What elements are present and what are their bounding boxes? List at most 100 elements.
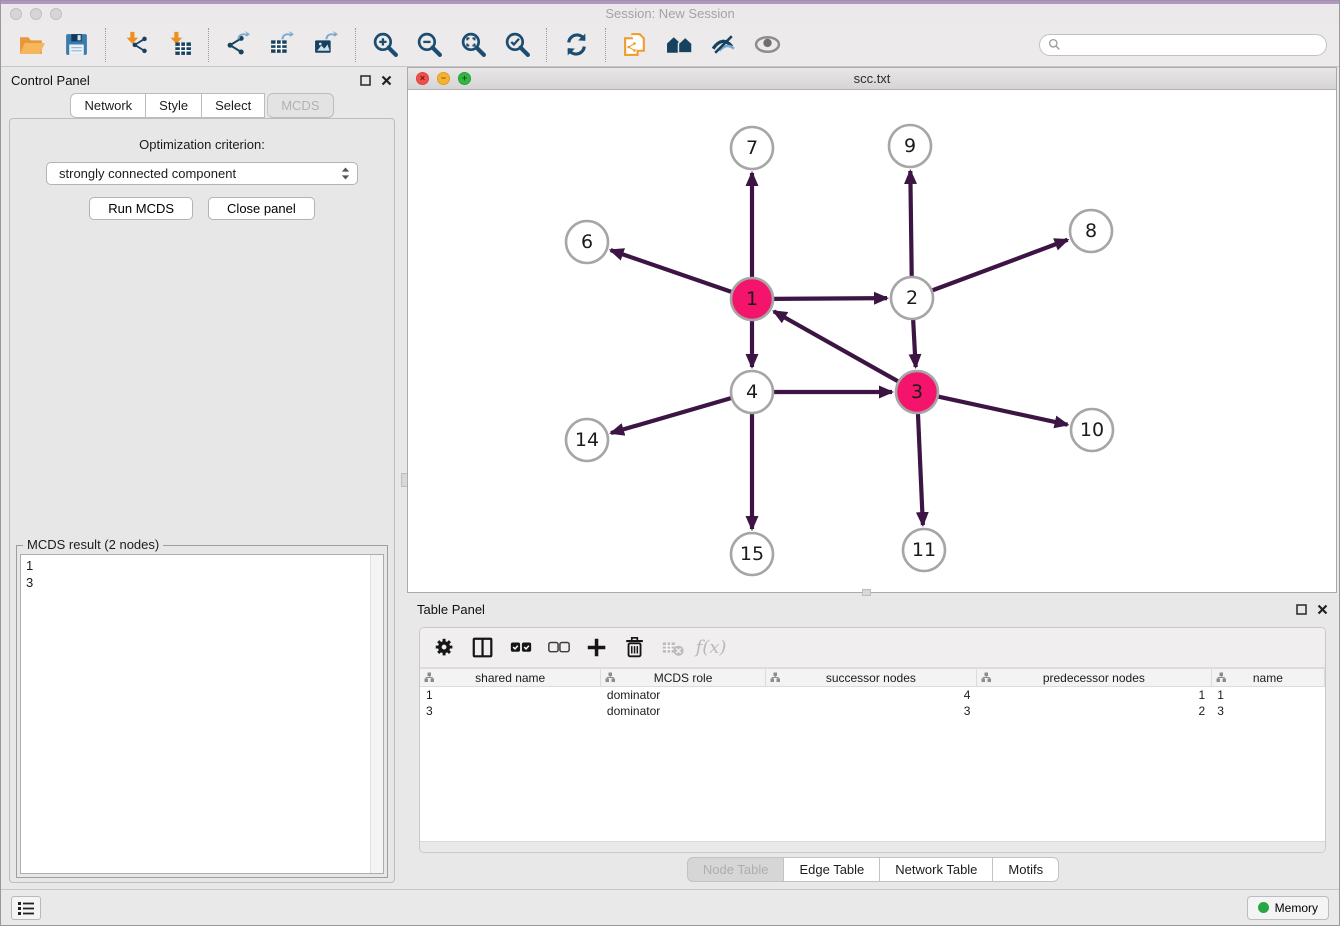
network-canvas[interactable]: 7 9 6 8 1 2 4 3 14 10 15 11 <box>408 90 1336 592</box>
column-type-icon <box>770 672 781 683</box>
deselect-all-button[interactable] <box>542 632 576 664</box>
table-row[interactable]: 3dominator323 <box>420 703 1325 719</box>
graph-node-3[interactable]: 3 <box>896 371 938 413</box>
tab-motifs[interactable]: Motifs <box>993 857 1059 882</box>
home-icon <box>666 31 693 58</box>
edge-1-2[interactable] <box>773 298 887 299</box>
horizontal-splitter-handle[interactable] <box>862 589 871 596</box>
toolbar-group <box>557 27 595 63</box>
add-row-button[interactable] <box>580 632 614 664</box>
delete-row-button[interactable] <box>618 632 652 664</box>
split-view-button[interactable] <box>466 632 500 664</box>
export-image-button[interactable] <box>307 27 345 63</box>
result-scrollbar[interactable] <box>370 555 383 873</box>
node-label: 1 <box>746 288 758 310</box>
column-label: predecessor nodes <box>1043 671 1145 685</box>
graph-node-10[interactable]: 10 <box>1071 409 1113 451</box>
graph-node-1[interactable]: 1 <box>731 278 773 320</box>
export-table-button[interactable] <box>263 27 301 63</box>
settings-button[interactable] <box>428 632 462 664</box>
node-label: 10 <box>1080 419 1104 441</box>
edge-2-8[interactable] <box>932 240 1068 291</box>
tab-node-table[interactable]: Node Table <box>687 857 785 882</box>
tab-mcds[interactable]: MCDS <box>267 93 333 118</box>
duplicate-network-button[interactable] <box>616 27 654 63</box>
tab-style[interactable]: Style <box>146 93 202 118</box>
graph-node-6[interactable]: 6 <box>566 221 608 263</box>
home-button[interactable] <box>660 27 698 63</box>
graph-node-11[interactable]: 11 <box>903 529 945 571</box>
graph-node-15[interactable]: 15 <box>731 533 773 575</box>
close-panel-icon[interactable] <box>380 74 393 87</box>
zoom-out-button[interactable] <box>410 27 448 63</box>
zoom-fit-button[interactable] <box>454 27 492 63</box>
column-header-successor-nodes[interactable]: successor nodes <box>765 669 976 687</box>
zoom-in-button[interactable] <box>366 27 404 63</box>
graph-node-2[interactable]: 2 <box>891 277 933 319</box>
import-network-button[interactable] <box>116 27 154 63</box>
column-header-MCDS-role[interactable]: MCDS role <box>601 669 765 687</box>
edge-4-14[interactable] <box>611 398 732 433</box>
import-table-button[interactable] <box>160 27 198 63</box>
node-label: 9 <box>904 135 916 157</box>
graph-node-14[interactable]: 14 <box>566 419 608 461</box>
graph-node-8[interactable]: 8 <box>1070 210 1112 252</box>
table-cell[interactable]: 1 <box>1211 687 1324 703</box>
table-cell[interactable]: dominator <box>601 703 765 719</box>
open-file-icon <box>19 31 46 58</box>
table-cell[interactable]: 3 <box>1211 703 1324 719</box>
run-mcds-button[interactable]: Run MCDS <box>89 197 193 220</box>
eye-button[interactable] <box>748 27 786 63</box>
table-cell[interactable]: 3 <box>765 703 976 719</box>
column-header-shared-name[interactable]: shared name <box>420 669 601 687</box>
function-button: f(x) <box>694 632 728 664</box>
node-label: 14 <box>575 429 599 451</box>
table-hscrollbar[interactable] <box>420 841 1325 852</box>
table-cell[interactable]: 1 <box>976 687 1211 703</box>
table-cell[interactable]: dominator <box>601 687 765 703</box>
table-cell[interactable]: 1 <box>420 687 601 703</box>
float-table-panel-icon[interactable] <box>1295 603 1308 616</box>
toolbar-group <box>366 27 536 63</box>
edge-2-9[interactable] <box>910 171 911 277</box>
save-session-button[interactable] <box>57 27 95 63</box>
criterion-select[interactable]: strongly connected component <box>46 162 358 185</box>
tab-select[interactable]: Select <box>202 93 265 118</box>
close-table-panel-icon[interactable] <box>1316 603 1329 616</box>
deselect-all-icon <box>547 636 571 660</box>
edge-3-11[interactable] <box>918 413 923 525</box>
open-file-button[interactable] <box>13 27 51 63</box>
delete-table-button <box>656 632 690 664</box>
memory-button[interactable]: Memory <box>1247 896 1329 920</box>
float-panel-icon[interactable] <box>359 74 372 87</box>
column-header-name[interactable]: name <box>1211 669 1324 687</box>
tab-network-table[interactable]: Network Table <box>880 857 993 882</box>
column-header-predecessor-nodes[interactable]: predecessor nodes <box>976 669 1211 687</box>
table-row[interactable]: 1dominator411 <box>420 687 1325 703</box>
edge-3-1[interactable] <box>774 311 899 381</box>
refresh-button[interactable] <box>557 27 595 63</box>
edge-1-6[interactable] <box>611 250 733 292</box>
column-label: shared name <box>475 671 545 685</box>
export-network-button[interactable] <box>219 27 257 63</box>
graph-node-9[interactable]: 9 <box>889 125 931 167</box>
tab-edge-table[interactable]: Edge Table <box>784 857 880 882</box>
tab-network[interactable]: Network <box>70 93 146 118</box>
table-cell[interactable]: 4 <box>765 687 976 703</box>
zoom-selected-button[interactable] <box>498 27 536 63</box>
table-panel: Table Panel f(x) shared nameMCDS rolesuc… <box>407 596 1339 889</box>
graph-node-7[interactable]: 7 <box>731 127 773 169</box>
mcds-result-text[interactable]: 1 3 <box>21 555 370 873</box>
search-input[interactable] <box>1066 38 1318 52</box>
edge-3-10[interactable] <box>938 396 1068 424</box>
edge-2-3[interactable] <box>913 319 916 367</box>
close-panel-button[interactable]: Close panel <box>208 197 315 220</box>
task-history-button[interactable] <box>11 896 41 920</box>
table-cell[interactable]: 2 <box>976 703 1211 719</box>
table-cell[interactable]: 3 <box>420 703 601 719</box>
select-all-button[interactable] <box>504 632 538 664</box>
show-graphics-details-button[interactable] <box>704 27 742 63</box>
mcds-result-title: MCDS result (2 nodes) <box>23 537 163 552</box>
graph-node-4[interactable]: 4 <box>731 371 773 413</box>
column-label: name <box>1253 671 1283 685</box>
